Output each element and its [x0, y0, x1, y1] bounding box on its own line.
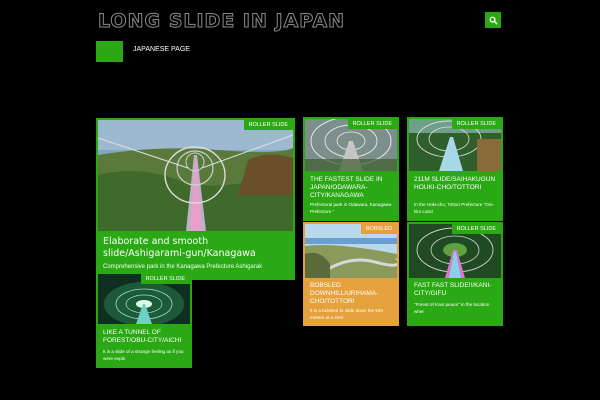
- post-excerpt: It is a bobsled to slide down the 540 me…: [310, 308, 384, 321]
- post-excerpt: It is a slide of a strange feeling as if…: [103, 349, 184, 362]
- post-card-urihama[interactable]: BOBSLED BOBSLED DOWNHILL/URIHAMA-CHO/TOT…: [303, 222, 399, 326]
- category-badge[interactable]: ROLLER SLIDE: [140, 274, 190, 284]
- post-card-obu[interactable]: ROLLER SLIDE LIKE A TUNNEL OF FOREST/OBU…: [96, 272, 192, 368]
- search-icon: [489, 16, 498, 25]
- post-card-ashigarami[interactable]: ROLLER SLIDE Elaborate and smooth slide/…: [96, 118, 295, 280]
- post-title[interactable]: 211M SLIDE/SAIHAKUGUN HOUKI-CHO/TOTTORI: [414, 176, 497, 192]
- post-title[interactable]: LIKE A TUNNEL OF FOREST/OBU-CITY/AICHI: [103, 329, 186, 345]
- post-title[interactable]: Elaborate and smooth slide/Ashigarami-gu…: [103, 236, 289, 261]
- nav-link-japanese-page[interactable]: JAPANESE PAGE: [133, 46, 190, 53]
- category-badge[interactable]: ROLLER SLIDE: [243, 120, 293, 130]
- category-badge[interactable]: ROLLER SLIDE: [451, 119, 501, 129]
- post-card-kani[interactable]: ROLLER SLIDE FAST FAST SLIDE!!/KANI-CITY…: [407, 222, 503, 326]
- category-badge[interactable]: BOBSLED: [361, 224, 397, 234]
- post-card-odawara[interactable]: ROLLER SLIDE THE FASTEST SLIDE IN JAPAN/…: [303, 117, 399, 221]
- category-badge[interactable]: ROLLER SLIDE: [451, 224, 501, 234]
- post-excerpt: "Forest of Kani peace" in the location w…: [414, 302, 490, 315]
- post-thumbnail: [98, 120, 293, 231]
- category-badge[interactable]: ROLLER SLIDE: [347, 119, 397, 129]
- post-excerpt: Prefectural park in Odawara, Kanagawa Pr…: [310, 202, 392, 215]
- site-title[interactable]: LONG SLIDE IN JAPAN: [97, 10, 345, 33]
- post-excerpt: In the Hoki-cho, Tottori Prefecture "Oni…: [414, 202, 494, 215]
- nav-accent-block: [96, 41, 123, 62]
- post-card-houki[interactable]: ROLLER SLIDE 211M SLIDE/SAIHAKUGUN HOUKI…: [407, 117, 503, 221]
- search-button[interactable]: [485, 12, 501, 28]
- post-title[interactable]: FAST FAST SLIDE!!/KANI-CITY/GIFU: [414, 282, 497, 298]
- post-title[interactable]: BOBSLED DOWNHILL/URIHAMA-CHO/TOTTORI: [310, 282, 393, 306]
- post-title[interactable]: THE FASTEST SLIDE IN JAPAN/ODAWARA-CITY/…: [310, 176, 393, 200]
